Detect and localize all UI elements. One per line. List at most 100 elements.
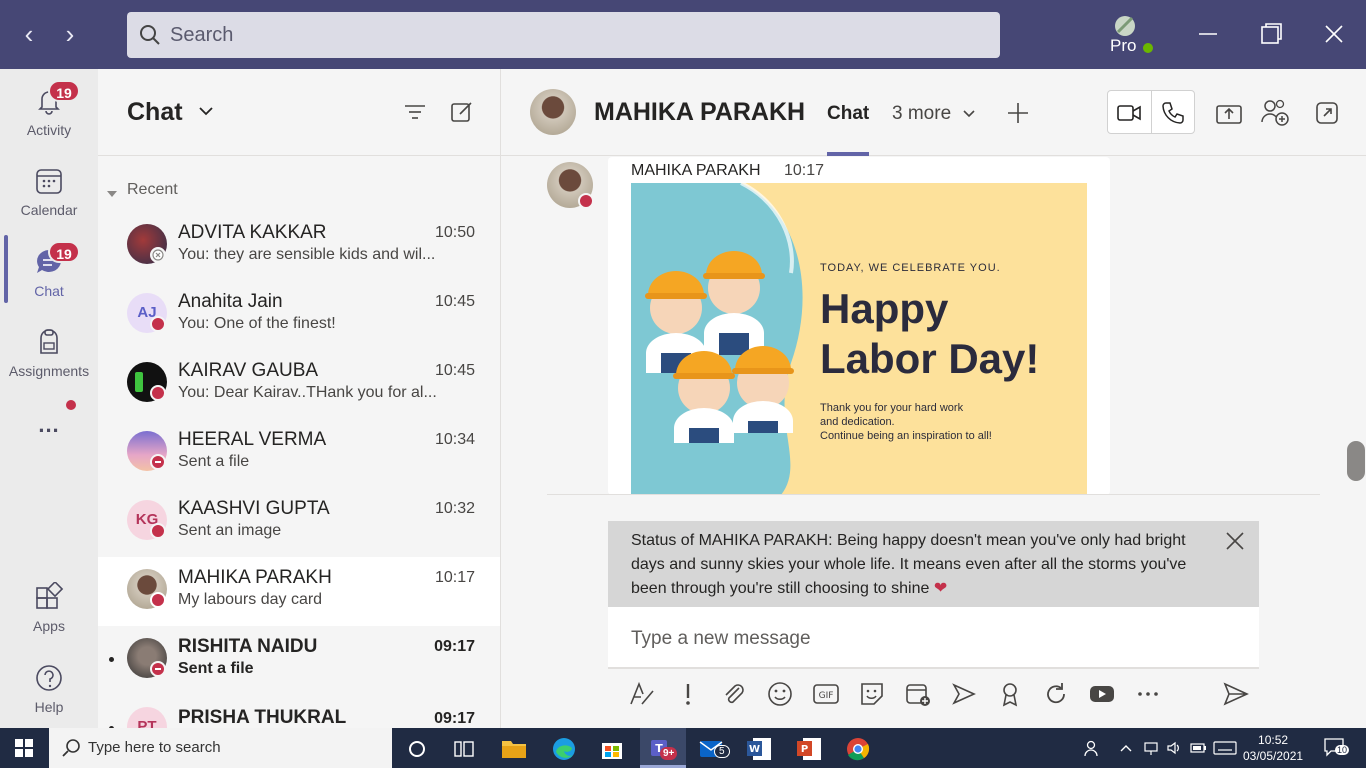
store-icon[interactable] — [598, 735, 626, 763]
presence-dnd-icon — [150, 454, 166, 470]
powerpoint-icon[interactable]: P — [795, 735, 823, 763]
volume-icon[interactable] — [1166, 740, 1182, 756]
schedule-meeting-icon[interactable] — [904, 680, 932, 708]
profile-label: Pro — [1110, 36, 1137, 55]
notification-center-icon[interactable]: 10 — [1323, 737, 1353, 761]
list-item-rishita-naidu[interactable]: RISHITA NAIDU 09:17 Sent a file — [98, 626, 500, 695]
presence-dnd-icon — [150, 661, 166, 677]
divider — [1151, 90, 1152, 134]
attach-icon[interactable] — [720, 680, 748, 708]
card-headline-line1: Happy — [820, 285, 949, 332]
labor-day-card-image[interactable]: TODAY, WE CELEBRATE YOU. Happy Labor Day… — [631, 183, 1087, 495]
card-body-line2: and dedication. — [820, 416, 895, 428]
list-item-kairav-gauba[interactable]: KAIRAV GAUBA 10:45 You: Dear Kairav..THa… — [98, 350, 500, 419]
rail-item-more[interactable]: ... — [0, 400, 98, 450]
battery-icon[interactable] — [1189, 740, 1207, 756]
back-arrow-icon[interactable]: ‹ — [14, 20, 44, 50]
chat-name: ADVITA KAKKAR — [178, 222, 327, 243]
chevron-down-icon[interactable] — [197, 104, 215, 118]
sticker-icon[interactable] — [858, 680, 886, 708]
profile-avatar[interactable]: Pro — [1110, 14, 1156, 58]
rail-item-apps[interactable]: Apps — [0, 568, 98, 638]
edge-icon[interactable] — [550, 735, 578, 763]
send-icon[interactable] — [1222, 680, 1250, 708]
list-item-advita-kakkar[interactable]: ADVITA KAKKAR 10:50 You: they are sensib… — [98, 212, 500, 281]
unread-dot — [109, 657, 114, 662]
minimize-icon[interactable] — [1191, 17, 1225, 51]
teams-taskbar-button[interactable]: T 9+ — [640, 728, 686, 768]
close-banner-icon[interactable] — [1223, 529, 1247, 553]
chat-time: 10:45 — [434, 293, 475, 310]
list-item-mahika-parakh[interactable]: MAHIKA PARAKH 10:17 My labours day card — [98, 557, 500, 626]
list-item-prisha-thukral[interactable]: PT PRISHA THUKRAL 09:17 — [98, 695, 500, 728]
rail-item-activity[interactable]: 19 Activity — [0, 72, 98, 142]
windows-start-icon[interactable] — [15, 739, 33, 757]
more-notification-dot — [66, 400, 76, 410]
calendar-icon — [36, 169, 62, 194]
stream-icon[interactable] — [950, 680, 978, 708]
help-icon — [36, 665, 62, 691]
rail-item-chat[interactable]: 19 Chat — [0, 233, 98, 303]
youtube-icon[interactable] — [1088, 680, 1116, 708]
scrollbar-thumb[interactable] — [1347, 441, 1365, 481]
new-chat-icon[interactable] — [450, 100, 474, 124]
list-item-anahita-jain[interactable]: AJ Anahita Jain 10:45 You: One of the fi… — [98, 281, 500, 350]
format-icon[interactable] — [628, 680, 656, 708]
tab-more[interactable]: 3 more — [892, 103, 951, 125]
add-tab-icon[interactable] — [1006, 101, 1030, 125]
add-people-icon[interactable] — [1260, 98, 1290, 128]
cortana-icon[interactable] — [403, 735, 431, 763]
svg-text:P: P — [801, 744, 808, 755]
audio-call-icon[interactable] — [1160, 100, 1186, 126]
clock-date: 03/05/2021 — [1243, 749, 1304, 763]
rail-item-assignments[interactable]: Assignments — [0, 313, 98, 383]
chat-name: Anahita Jain — [178, 291, 283, 312]
important-icon[interactable] — [674, 680, 702, 708]
search-icon — [62, 739, 80, 757]
loop-icon[interactable] — [1042, 680, 1070, 708]
emoji-icon[interactable] — [766, 680, 794, 708]
more-options-icon[interactable] — [1134, 680, 1162, 708]
rail-item-help[interactable]: Help — [0, 649, 98, 719]
rail-item-calendar[interactable]: Calendar — [0, 152, 98, 222]
presence-busy-icon — [578, 193, 594, 209]
caret-down-icon[interactable] — [107, 185, 117, 197]
conversation-avatar[interactable] — [530, 89, 576, 135]
forward-arrow-icon[interactable]: › — [55, 20, 85, 50]
mail-icon[interactable]: 5 — [698, 735, 730, 763]
list-item-kaashvi-gupta[interactable]: KG KAASHVI GUPTA 10:32 Sent an image — [98, 488, 500, 557]
message-compose-box[interactable]: Type a new message — [608, 607, 1259, 669]
chat-preview: My labours day card — [178, 591, 323, 608]
file-explorer-icon[interactable] — [500, 735, 528, 763]
list-item-heeral-verma[interactable]: HEERAL VERMA 10:34 Sent a file — [98, 419, 500, 488]
search-input[interactable]: Search — [127, 12, 1000, 58]
praise-icon[interactable] — [996, 680, 1024, 708]
video-call-icon[interactable] — [1116, 100, 1142, 126]
restore-icon[interactable] — [1254, 17, 1288, 51]
chat-time: 10:17 — [434, 569, 475, 586]
word-icon[interactable]: W — [745, 735, 773, 763]
rail-label: Apps — [33, 618, 65, 634]
taskbar-search-input[interactable]: Type here to search — [49, 728, 392, 768]
chat-time: 10:45 — [434, 362, 475, 379]
pop-out-icon[interactable] — [1314, 100, 1340, 126]
network-icon[interactable] — [1143, 740, 1159, 756]
section-recent[interactable]: Recent — [127, 181, 178, 199]
chrome-icon[interactable] — [844, 735, 872, 763]
gif-icon[interactable]: GIF — [812, 680, 840, 708]
avatar: PT — [127, 707, 167, 728]
chat-list-title[interactable]: Chat — [127, 98, 183, 127]
share-screen-icon[interactable] — [1215, 100, 1243, 128]
keyboard-icon[interactable] — [1213, 740, 1237, 756]
task-view-icon[interactable] — [450, 735, 478, 763]
chat-name: RISHITA NAIDU — [178, 636, 318, 657]
mail-badge: 5 — [714, 745, 730, 758]
taskbar-clock[interactable]: 10:52 03/05/2021 — [1243, 732, 1303, 764]
tab-chat[interactable]: Chat — [827, 103, 869, 125]
filter-icon[interactable] — [403, 100, 427, 124]
chevron-up-icon[interactable] — [1119, 741, 1133, 755]
card-body-line3: Continue being an inspiration to all! — [820, 430, 992, 442]
close-icon[interactable] — [1317, 17, 1351, 51]
chevron-down-icon[interactable] — [962, 107, 976, 119]
people-icon[interactable] — [1083, 739, 1101, 757]
